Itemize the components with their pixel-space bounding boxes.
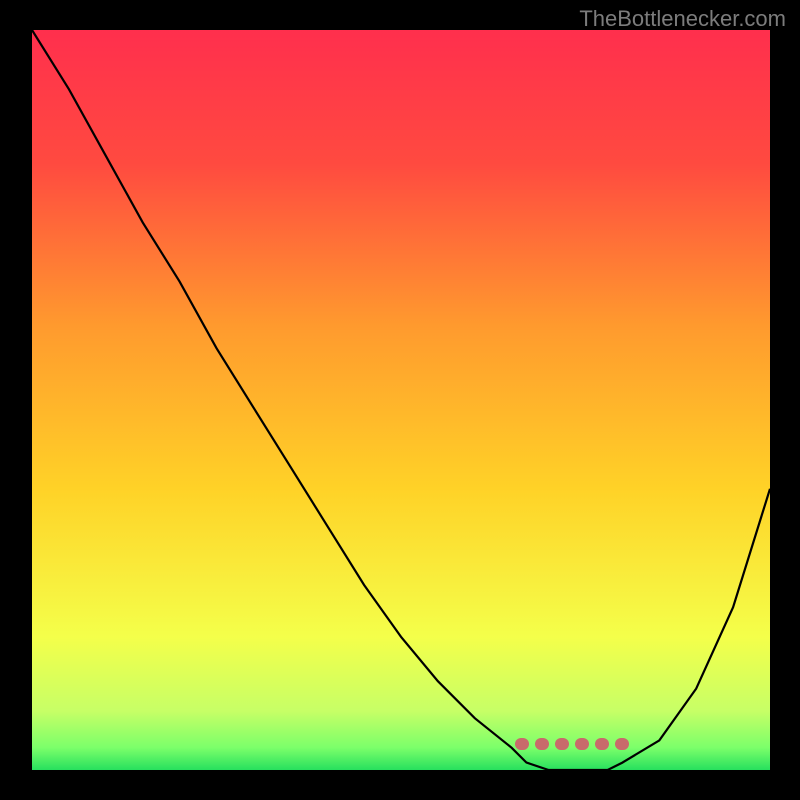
dash-segment (615, 738, 629, 750)
dash-segment (595, 738, 609, 750)
dash-segment (575, 738, 589, 750)
dash-segment (555, 738, 569, 750)
bottleneck-curve (32, 30, 770, 770)
source-watermark: TheBottlenecker.com (579, 6, 786, 32)
dash-segment (515, 738, 529, 750)
chart-container: TheBottlenecker.com (0, 0, 800, 800)
plot-area (32, 30, 770, 770)
dash-segment (535, 738, 549, 750)
optimal-range-marker (515, 737, 633, 751)
